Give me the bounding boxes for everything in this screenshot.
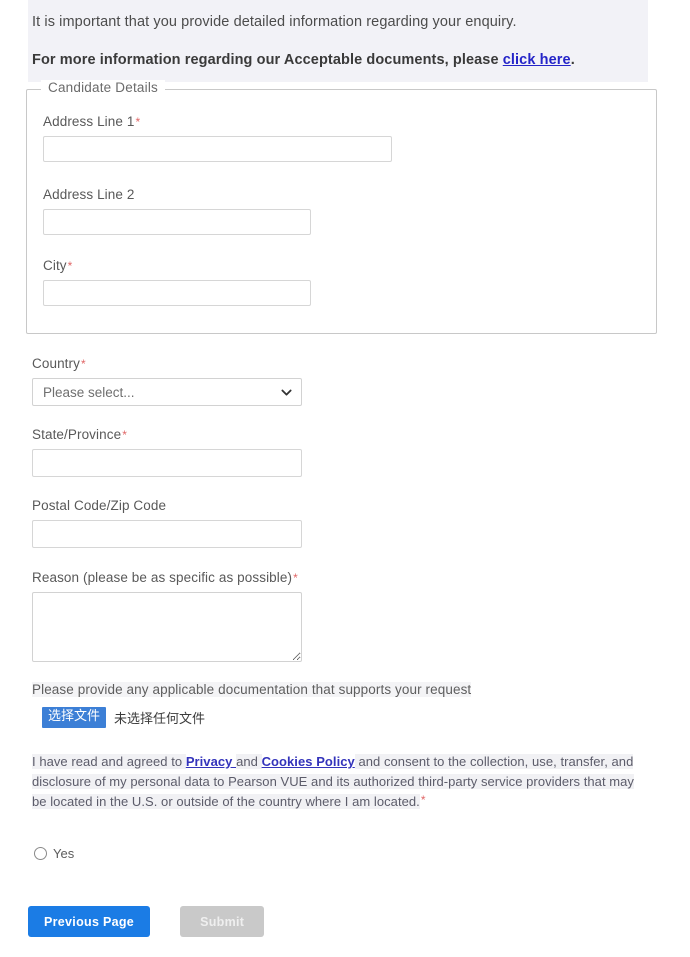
required-asterisk: * — [293, 571, 298, 585]
consent-part-1: I have read and agreed to — [32, 754, 186, 769]
acceptable-documents-note: For more information regarding our Accep… — [28, 32, 648, 70]
consent-radio-row[interactable]: Yes — [34, 846, 74, 861]
postal-code-label: Postal Code/Zip Code — [32, 498, 167, 513]
city-label-text: City — [43, 258, 67, 273]
documentation-upload-block: Please provide any applicable documentat… — [32, 680, 632, 728]
intro-banner: It is important that you provide detaile… — [28, 0, 648, 82]
file-status-text: 未选择任何文件 — [114, 712, 206, 727]
field-country: Country* Please select... — [32, 356, 302, 406]
cookies-policy-link[interactable]: Cookies Policy — [262, 754, 355, 769]
field-postal-code: Postal Code/Zip Code — [32, 498, 302, 548]
state-province-label: State/Province* — [32, 427, 302, 443]
required-asterisk: * — [67, 259, 73, 273]
required-asterisk: * — [122, 428, 127, 442]
click-here-link[interactable]: click here — [503, 52, 571, 68]
field-reason: Reason (please be as specific as possibl… — [32, 570, 302, 662]
address-line-1-input[interactable] — [43, 136, 392, 162]
privacy-link[interactable]: Privacy — [186, 754, 236, 769]
required-asterisk: * — [420, 793, 426, 807]
intro-paragraph: It is important that you provide detaile… — [32, 14, 517, 30]
country-select[interactable]: Please select... — [32, 378, 302, 406]
form-actions: Previous Page Submit — [28, 906, 265, 937]
upload-instruction: Please provide any applicable documentat… — [32, 682, 472, 697]
required-asterisk: * — [80, 357, 86, 371]
field-address-line-2: Address Line 2 — [43, 187, 311, 235]
address-line-2-label: Address Line 2 — [43, 187, 135, 202]
previous-page-button[interactable]: Previous Page — [28, 906, 151, 937]
file-input-row[interactable]: 选择文件 未选择任何文件 — [42, 707, 632, 728]
address-line-2-input[interactable] — [43, 209, 311, 235]
candidate-details-legend: Candidate Details — [41, 80, 165, 95]
choose-file-button[interactable]: 选择文件 — [42, 707, 107, 728]
reason-label: Reason (please be as specific as possibl… — [32, 570, 302, 586]
country-label-text: Country — [32, 356, 80, 371]
field-city: City* — [43, 258, 311, 306]
address-line-1-label: Address Line 1* — [43, 114, 392, 130]
country-select-wrapper: Please select... — [32, 378, 302, 406]
postal-code-input[interactable] — [32, 520, 302, 548]
field-address-line-1: Address Line 1* — [43, 114, 392, 162]
acceptable-documents-suffix: . — [570, 52, 575, 68]
consent-yes-radio[interactable] — [34, 847, 47, 860]
candidate-details-fieldset: Candidate Details Address Line 1* Addres… — [26, 80, 657, 334]
reason-textarea[interactable] — [32, 592, 302, 662]
field-state-province: State/Province* — [32, 427, 302, 477]
consent-block: I have read and agreed to Privacy and Co… — [32, 752, 646, 812]
state-province-label-text: State/Province — [32, 427, 122, 442]
reason-label-text: Reason (please be as specific as possibl… — [32, 570, 293, 585]
consent-yes-label: Yes — [53, 846, 75, 861]
consent-paragraph: I have read and agreed to Privacy and Co… — [32, 752, 646, 812]
consent-part-2: and — [236, 754, 262, 769]
city-input[interactable] — [43, 280, 311, 306]
city-label: City* — [43, 258, 311, 274]
address-line-1-label-text: Address Line 1 — [43, 114, 135, 129]
submit-button[interactable]: Submit — [180, 906, 265, 937]
country-label: Country* — [32, 356, 302, 372]
required-asterisk: * — [135, 115, 141, 129]
acceptable-documents-prefix: For more information regarding our Accep… — [32, 52, 503, 68]
state-province-input[interactable] — [32, 449, 302, 477]
